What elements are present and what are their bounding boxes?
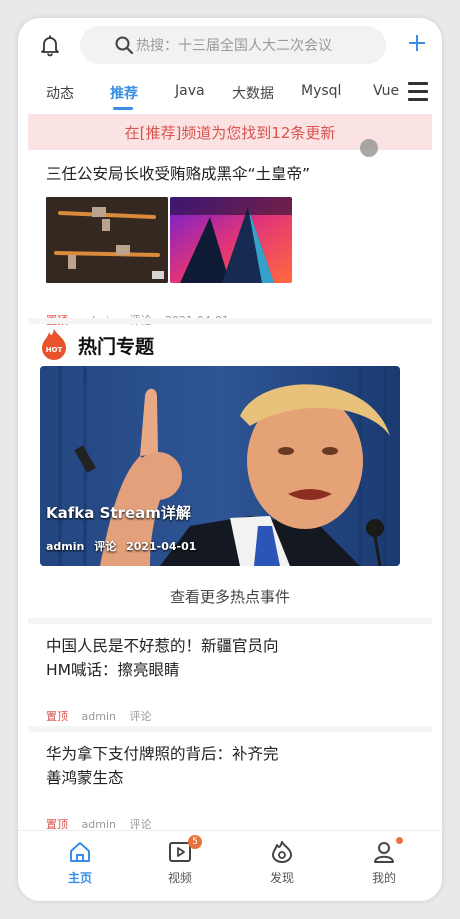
article-title[interactable]: 华为拿下支付牌照的背后：补齐完 善鸿蒙生态 <box>46 742 432 790</box>
hot-flame-icon: HOT <box>42 329 66 360</box>
tab-vue[interactable]: Vue <box>373 83 399 99</box>
tab-recommend[interactable]: 推荐 <box>110 83 138 103</box>
feature-meta: admin 评论 2021-04-01 <box>46 538 202 554</box>
nav-home-label: 主页 <box>67 871 92 885</box>
article-title-line: 善鸿蒙生态 <box>46 769 124 787</box>
tab-mysql[interactable]: Mysql <box>301 83 341 99</box>
channel-tabs: 动态 推荐 Java 大数据 Mysql Vue <box>18 74 442 112</box>
feature-author: admin <box>46 540 85 553</box>
article-meta: 置顶 admin 评论 <box>46 708 161 724</box>
nav-profile[interactable]: 我的 <box>354 837 414 886</box>
article-title-line: 中国人民是不好惹的！新疆官员向 <box>46 637 279 655</box>
hot-topics-header: HOT 热门专题 <box>28 322 432 366</box>
nav-profile-label: 我的 <box>371 871 396 885</box>
more-hot-events-link[interactable]: 查看更多热点事件 <box>28 574 432 618</box>
bottom-nav: 主页 5 视频 发现 我的 <box>18 830 442 901</box>
tab-bigdata[interactable]: 大数据 <box>232 83 274 103</box>
article-thumbnail[interactable] <box>46 197 168 283</box>
feature-date: 2021-04-01 <box>126 540 197 553</box>
nav-discover-label: 发现 <box>269 871 294 885</box>
tab-dynamic[interactable]: 动态 <box>46 83 74 103</box>
comments-label[interactable]: 评论 <box>129 710 151 723</box>
author-label: admin <box>81 710 116 723</box>
hot-topics-title: 热门专题 <box>78 336 155 358</box>
feature-title[interactable]: Kafka Stream详解 <box>46 502 191 523</box>
tab-java[interactable]: Java <box>175 83 205 99</box>
user-icon <box>374 842 394 863</box>
active-tab-indicator <box>113 107 133 110</box>
list-item[interactable]: 三任公安局长收受贿赂成黑伞“土皇帝” <box>28 152 432 336</box>
article-title-line: HM喊话：擦亮眼睛 <box>46 661 180 679</box>
nav-video-label: 视频 <box>167 871 192 885</box>
article-title[interactable]: 中国人民是不好惹的！新疆官员向 HM喊话：擦亮眼睛 <box>46 634 432 682</box>
list-item[interactable]: 中国人民是不好惹的！新疆官员向 HM喊话：擦亮眼睛 置顶 admin 评论 <box>28 624 432 728</box>
nav-video[interactable]: 5 视频 <box>150 835 210 886</box>
feature-card[interactable]: Kafka Stream详解 admin 评论 2021-04-01 <box>40 366 400 566</box>
notification-dot <box>396 837 403 844</box>
search-input[interactable]: 热搜：十三届全国人大二次会议 <box>80 26 386 64</box>
pinned-label: 置顶 <box>46 710 68 723</box>
article-title[interactable]: 三任公安局长收受贿赂成黑伞“土皇帝” <box>46 162 310 186</box>
feature-comments[interactable]: 评论 <box>94 540 116 553</box>
search-placeholder: 热搜：十三届全国人大二次会议 <box>136 38 332 54</box>
list-item[interactable]: 华为拿下支付牌照的背后：补齐完 善鸿蒙生态 置顶 admin 评论 <box>28 732 432 831</box>
article-title-line: 华为拿下支付牌照的背后：补齐完 <box>46 745 279 763</box>
phone-screen: 热搜：十三届全国人大二次会议 动态 推荐 Java 大数据 Mysql Vue … <box>18 18 442 901</box>
hot-badge-text: HOT <box>46 346 63 354</box>
home-icon <box>70 842 90 862</box>
nav-discover[interactable]: 发现 <box>252 839 312 886</box>
search-icon <box>115 36 134 55</box>
discover-icon <box>272 841 292 863</box>
bell-icon[interactable] <box>38 33 62 57</box>
top-bar: 热搜：十三届全国人大二次会议 <box>18 18 442 70</box>
plus-icon[interactable] <box>406 32 428 54</box>
menu-icon[interactable] <box>408 82 428 104</box>
video-badge: 5 <box>188 835 202 849</box>
nav-home[interactable]: 主页 <box>50 839 110 886</box>
article-thumbnail[interactable] <box>170 197 292 283</box>
